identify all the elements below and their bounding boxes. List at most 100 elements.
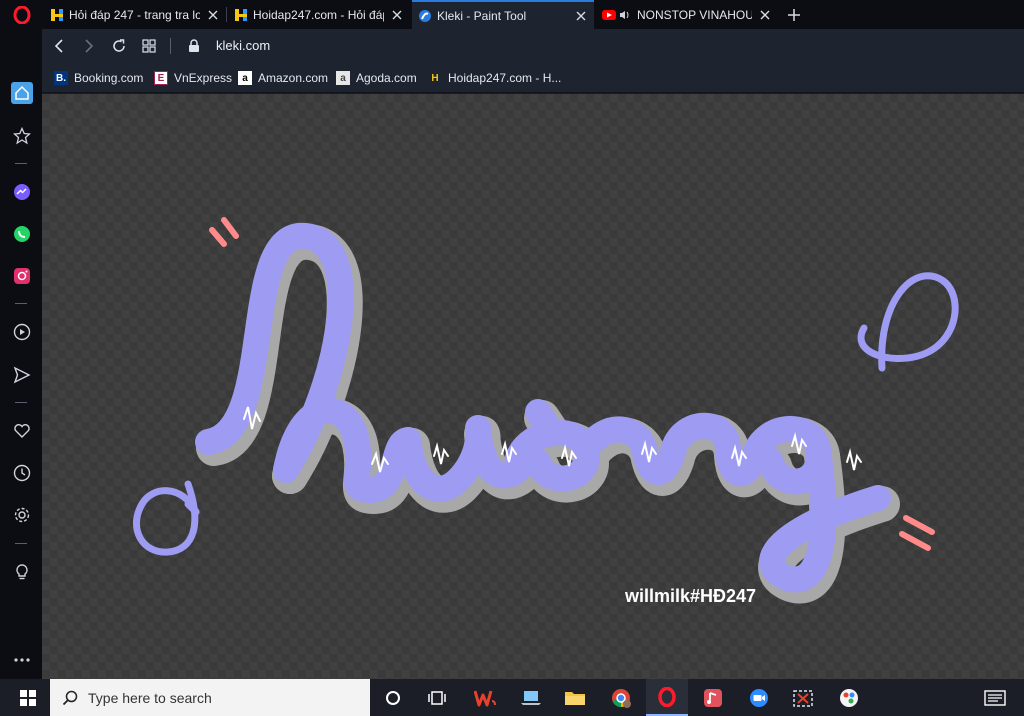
amazon-icon: a: [238, 71, 252, 85]
sidebar-send[interactable]: [11, 364, 33, 386]
opera-logo-icon: [13, 5, 31, 24]
bookmark-amazon[interactable]: a Amazon.com: [238, 70, 328, 86]
close-icon[interactable]: [574, 9, 588, 23]
reload-button[interactable]: [110, 37, 128, 55]
messenger-icon: [14, 184, 30, 200]
close-icon[interactable]: [758, 8, 772, 22]
zoom-icon: [750, 688, 768, 707]
sidebar-settings[interactable]: [11, 504, 33, 526]
tabs-overview-button[interactable]: [140, 37, 158, 55]
action-center-button[interactable]: [974, 679, 1016, 716]
bookmark-hoidap247[interactable]: H Hoidap247.com - H...: [428, 70, 561, 86]
bookmark-booking[interactable]: B. Booking.com: [54, 70, 143, 86]
heart-icon: [14, 424, 30, 438]
drawing-canvas[interactable]: willmilk#HĐ247: [42, 94, 1024, 679]
address-bar: kleki.com: [42, 29, 1024, 62]
taskbar-paint-app[interactable]: [828, 679, 870, 716]
clock-icon: [13, 464, 31, 482]
play-circle-icon: [13, 323, 31, 341]
taskbar-zoom[interactable]: [738, 679, 780, 716]
task-view-icon: [428, 690, 446, 705]
sidebar-whatsapp[interactable]: [11, 223, 33, 245]
url-field[interactable]: kleki.com: [216, 38, 270, 53]
task-view-button[interactable]: [416, 679, 458, 716]
tab-divider: [226, 7, 227, 22]
tab-hoidap-1[interactable]: Hỏi đáp 247 - trang tra loi: [44, 0, 226, 29]
new-tab-button[interactable]: [784, 0, 804, 29]
start-button[interactable]: [8, 679, 48, 716]
home-icon: [15, 85, 29, 100]
sidebar-player[interactable]: [11, 321, 33, 343]
tab-hoidap-2[interactable]: Hoidap247.com - Hỏi đáp c: [228, 0, 410, 29]
sidebar-bookmarks[interactable]: [11, 125, 33, 147]
opera-sidebar: [0, 29, 42, 679]
star-icon: [13, 127, 31, 145]
chevron-left-icon: [54, 39, 63, 53]
sidebar-divider: [15, 402, 27, 403]
snipping-icon: [793, 689, 813, 707]
taskbar-wps-office[interactable]: [464, 679, 506, 716]
taskbar-file-explorer[interactable]: [554, 679, 596, 716]
hoidap-h-icon: [50, 8, 64, 22]
lightbulb-icon: [16, 564, 28, 580]
search-input[interactable]: [86, 688, 346, 707]
taskbar-opera[interactable]: [646, 679, 688, 716]
tab-vinahouse[interactable]: NONSTOP VINAHOUSE: [596, 0, 778, 29]
paint-palette-icon: [840, 688, 858, 707]
notification-icon: [984, 689, 1006, 706]
sidebar-favorites[interactable]: [11, 420, 33, 442]
bookmark-vnexpress[interactable]: E VnExpress: [154, 70, 232, 86]
sidebar-tips[interactable]: [11, 561, 33, 583]
opera-menu-button[interactable]: [0, 0, 44, 29]
taskbar-laptop-app[interactable]: [510, 679, 552, 716]
wps-office-icon: [474, 690, 496, 706]
more-dots-icon: [14, 658, 30, 662]
bookmark-label: Agoda.com: [356, 71, 417, 85]
tab-label: Kleki - Paint Tool: [437, 8, 527, 23]
taskbar-chrome[interactable]: [600, 679, 642, 716]
sidebar-home[interactable]: [11, 82, 33, 104]
sidebar-more[interactable]: [11, 649, 33, 671]
lock-icon[interactable]: [188, 39, 200, 58]
letter-fill: [195, 222, 891, 593]
close-icon[interactable]: [390, 8, 404, 22]
booking-icon: B.: [54, 71, 68, 85]
bookmarks-bar: B. Booking.com E VnExpress a Amazon.com …: [42, 62, 1024, 93]
reload-icon: [113, 39, 125, 52]
kleki-icon: [418, 9, 432, 23]
plus-icon: [788, 8, 800, 21]
tab-kleki[interactable]: Kleki - Paint Tool: [412, 0, 594, 29]
windows-logo-icon: [20, 689, 36, 706]
cortana-button[interactable]: [372, 679, 414, 716]
taskbar-snipping-tool[interactable]: [782, 679, 824, 716]
gear-icon: [14, 507, 30, 523]
bookmark-label: Booking.com: [74, 71, 144, 85]
back-button[interactable]: [50, 37, 68, 55]
search-icon: [62, 690, 78, 705]
tab-strip: Hỏi đáp 247 - trang tra loi Hoidap247.co…: [0, 0, 1024, 29]
sidebar-messenger[interactable]: [11, 181, 33, 203]
sidebar-divider: [15, 303, 27, 304]
taskbar-search[interactable]: [50, 679, 370, 716]
tab-label: Hoidap247.com - Hỏi đáp c: [253, 7, 384, 22]
tab-label: NONSTOP VINAHOUSE: [637, 7, 752, 22]
calligraphy-artwork: [133, 217, 959, 604]
taskbar-media-app[interactable]: [692, 679, 734, 716]
tab-label: Hỏi đáp 247 - trang tra loi: [69, 7, 200, 22]
forward-button[interactable]: [80, 37, 98, 55]
sidebar-instagram[interactable]: [11, 265, 33, 287]
close-icon[interactable]: [206, 8, 220, 22]
sidebar-history[interactable]: [11, 462, 33, 484]
grid-icon: [142, 39, 156, 53]
opera-icon: [658, 686, 676, 707]
artist-signature: willmilk#HĐ247: [625, 586, 757, 606]
youtube-icon: [602, 8, 632, 22]
chevron-right-icon: [85, 39, 94, 53]
address-divider: [170, 38, 171, 54]
folder-icon: [565, 691, 585, 705]
hoidap-h-icon: [234, 8, 248, 22]
bookmark-agoda[interactable]: a Agoda.com: [336, 70, 417, 86]
bookmark-label: VnExpress: [174, 71, 233, 85]
sidebar-divider: [15, 543, 27, 544]
windows-taskbar: [0, 679, 1024, 716]
